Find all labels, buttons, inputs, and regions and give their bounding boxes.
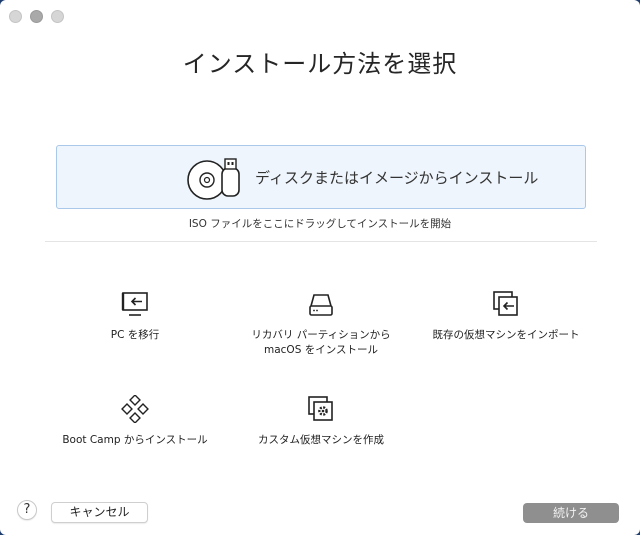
continue-button[interactable]: 続ける	[523, 503, 619, 523]
drop-area-hint: ISO ファイルをここにドラッグしてインストールを開始	[188, 218, 452, 230]
option-bootcamp[interactable]: Boot Camp からインストール	[50, 395, 220, 448]
option-label: Boot Camp からインストール	[62, 434, 208, 446]
drop-area-label: ディスクまたはイメージからインストール	[255, 169, 539, 187]
option-label-line2: macOS をインストール	[264, 344, 378, 356]
install-from-disc-drop-area[interactable]: ディスクまたはイメージからインストール	[56, 145, 586, 209]
option-label: PC を移行	[110, 329, 160, 341]
option-recovery-partition[interactable]: リカバリ パーティションから macOS をインストール	[236, 290, 406, 358]
drive-icon	[309, 294, 333, 316]
option-label: リカバリ パーティションから macOS をインストール	[236, 328, 406, 358]
option-import-vm[interactable]: 既存の仮想マシンをインポート	[421, 290, 591, 343]
minimize-window-button[interactable]	[30, 10, 43, 23]
import-vm-icon	[493, 291, 518, 316]
divider	[45, 241, 597, 242]
option-label: 既存の仮想マシンをインポート	[432, 329, 580, 341]
installer-window: インストール方法を選択 ディスクまたはイメージからインストール ISO ファイル…	[0, 0, 640, 535]
cancel-button[interactable]: キャンセル	[51, 502, 148, 523]
disc-usb-icon	[187, 158, 240, 200]
migrate-pc-icon	[121, 292, 148, 316]
zoom-window-button[interactable]	[51, 10, 64, 23]
bootcamp-icon	[121, 395, 149, 423]
help-button[interactable]: ?	[17, 500, 37, 520]
option-label: カスタム仮想マシンを作成	[258, 434, 384, 446]
option-custom-vm[interactable]: カスタム仮想マシンを作成	[236, 395, 406, 448]
option-migrate-pc[interactable]: PC を移行	[50, 290, 220, 343]
window-controls	[9, 10, 64, 23]
page-title: インストール方法を選択	[182, 50, 458, 78]
close-window-button[interactable]	[9, 10, 22, 23]
custom-vm-icon	[308, 396, 333, 421]
option-label-line1: リカバリ パーティションから	[251, 329, 391, 341]
